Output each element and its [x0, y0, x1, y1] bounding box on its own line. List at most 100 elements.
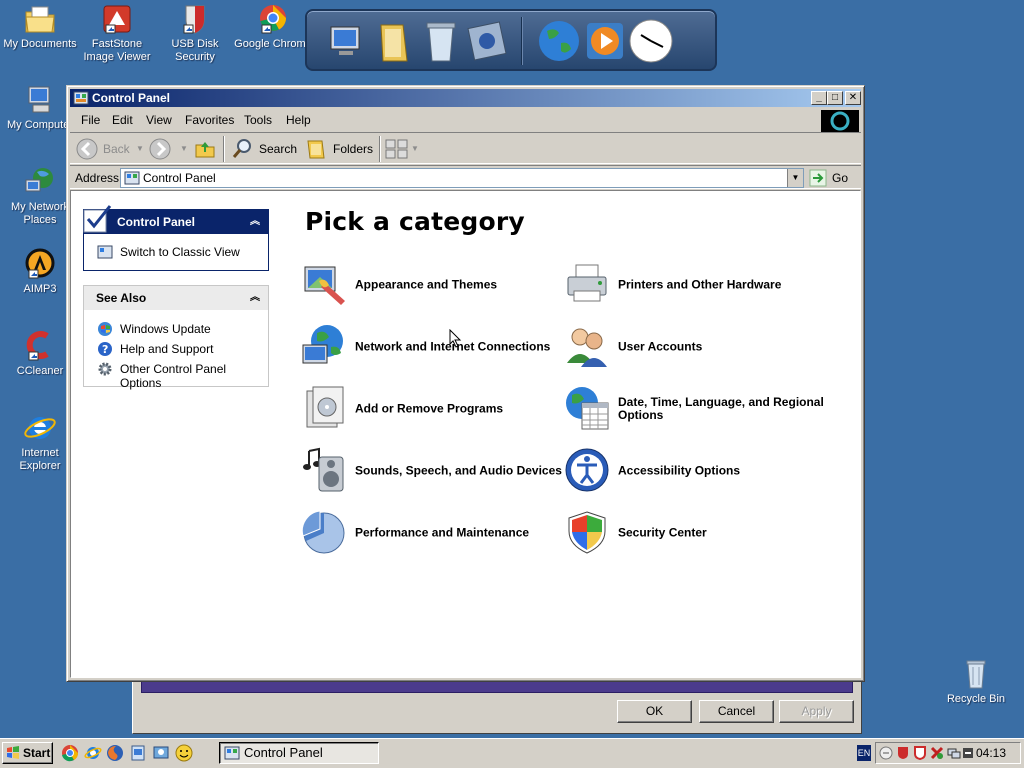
help-and-support-link[interactable]: ? Help and Support [98, 342, 214, 356]
maximize-button[interactable]: □ [827, 91, 843, 105]
forward-arrow-icon[interactable] [149, 138, 171, 160]
gear-icon [98, 362, 112, 376]
back-arrow-icon[interactable] [76, 138, 98, 160]
category-user-accounts[interactable]: User Accounts [564, 323, 824, 371]
tray-network-icon[interactable] [947, 746, 961, 760]
desktop-icon-label: Internet Explorer [19, 447, 61, 472]
accessibility-icon [565, 448, 609, 492]
views-icon[interactable] [385, 139, 409, 159]
help-and-support-label: Help and Support [120, 342, 214, 356]
toolbar-separator [223, 136, 225, 162]
category-security-center[interactable]: Security Center [564, 509, 824, 557]
desktop-icon-usb-disk-security[interactable]: USB Disk Security [155, 3, 235, 64]
taskbar-button-control-panel[interactable]: Control Panel [219, 742, 379, 764]
desktop-icon-my-documents[interactable]: My Documents [0, 3, 80, 51]
category-add-or-remove-programs[interactable]: Add or Remove Programs [301, 385, 561, 433]
clock[interactable]: 04:13 [976, 746, 1006, 760]
up-folder-icon[interactable] [194, 138, 216, 160]
other-control-panel-options-label: Other Control Panel Options [120, 362, 227, 390]
dock-clock-icon[interactable] [627, 17, 675, 65]
collapse-chevron-icon[interactable]: ︽ [250, 210, 260, 234]
address-dropdown-icon[interactable]: ▼ [787, 169, 803, 187]
collapse-chevron-icon[interactable]: ︽ [250, 286, 260, 310]
ok-button[interactable]: OK [617, 700, 692, 723]
search-button[interactable]: Search [259, 137, 297, 161]
tray-app-icon[interactable] [961, 746, 975, 760]
apply-button[interactable]: Apply [779, 700, 854, 723]
quicklaunch-desktop-icon[interactable] [129, 744, 147, 762]
windows-update-link[interactable]: Windows Update [98, 322, 211, 336]
quicklaunch-chrome-icon[interactable] [61, 744, 79, 762]
quicklaunch-smiley-icon[interactable] [175, 744, 193, 762]
tray-volume-icon[interactable] [879, 746, 893, 760]
close-button[interactable]: ✕ [845, 91, 861, 105]
dock-globe-icon[interactable] [535, 17, 583, 65]
dock-media-player-icon[interactable] [581, 17, 629, 65]
chrome-icon [260, 5, 286, 34]
desktop-icon-label: My Network Places [10, 201, 70, 226]
address-field[interactable]: Control Panel ▼ [120, 168, 804, 188]
windows-throbber-icon [821, 110, 859, 132]
see-also-header[interactable]: See Also ︽ [84, 286, 268, 310]
go-button[interactable]: Go [832, 169, 848, 187]
tray-antivirus-icon[interactable] [930, 746, 944, 760]
desktop-icon-google-chrome[interactable]: Google Chrome [233, 3, 313, 51]
language-indicator[interactable]: EN [857, 745, 871, 761]
category-network-and-internet-connections[interactable]: Network and Internet Connections [301, 323, 561, 371]
category-date-time-language-regional[interactable]: Date, Time, Language, and Regional Optio… [564, 385, 824, 433]
dock-computer-icon[interactable] [325, 17, 373, 65]
back-button[interactable]: Back [103, 137, 130, 161]
page-title: Pick a category [305, 207, 525, 236]
control-panel-header-label: Control Panel [117, 215, 196, 229]
go-arrow-icon[interactable] [809, 169, 827, 187]
menu-file[interactable]: File [81, 113, 100, 127]
menu-favorites[interactable]: Favorites [185, 113, 234, 127]
category-performance-and-maintenance[interactable]: Performance and Maintenance [301, 509, 561, 557]
category-label: Add or Remove Programs [355, 401, 504, 416]
views-dropdown-icon[interactable]: ▼ [411, 137, 419, 161]
other-control-panel-options-link[interactable]: Other Control Panel Options [98, 362, 268, 390]
faststone-icon [103, 5, 131, 34]
menu-tools[interactable]: Tools [244, 113, 272, 127]
folders-icon[interactable] [305, 138, 327, 160]
address-bar: Address Control Panel ▼ Go [70, 165, 861, 189]
category-accessibility-options[interactable]: Accessibility Options [564, 447, 824, 495]
desktop-icon-label: USB Disk Security [171, 38, 219, 63]
cancel-button[interactable]: Cancel [699, 700, 774, 723]
category-sounds-speech-audio[interactable]: Sounds, Speech, and Audio Devices [301, 447, 562, 495]
quicklaunch-messenger-icon[interactable] [152, 744, 170, 762]
tray-usb-security-icon[interactable] [896, 746, 910, 760]
quicklaunch-firefox-icon[interactable] [106, 744, 124, 762]
start-button[interactable]: Start [2, 742, 53, 764]
menu-help[interactable]: Help [286, 113, 311, 127]
category-label: Printers and Other Hardware [618, 277, 782, 292]
control-panel-icon [124, 171, 140, 185]
forward-dropdown-icon[interactable]: ▼ [180, 137, 188, 161]
dock-trash-icon[interactable] [417, 17, 465, 65]
search-icon[interactable] [231, 138, 253, 160]
dock-folder-icon[interactable] [371, 17, 419, 65]
dock-settings-icon[interactable] [463, 17, 511, 65]
usb-shield-icon [183, 5, 205, 34]
category-appearance-and-themes[interactable]: Appearance and Themes [301, 261, 561, 309]
menu-view[interactable]: View [146, 113, 172, 127]
desktop-icon-faststone[interactable]: FastStone Image Viewer [77, 3, 157, 64]
minimize-button[interactable]: _ [811, 91, 827, 105]
menu-bar: File Edit View Favorites Tools Help [70, 109, 861, 132]
menu-edit[interactable]: Edit [112, 113, 133, 127]
appearance-themes-icon [304, 266, 345, 305]
folders-button[interactable]: Folders [333, 137, 373, 161]
category-printers-and-other-hardware[interactable]: Printers and Other Hardware [564, 261, 824, 309]
aimp-icon [25, 248, 55, 279]
switch-to-classic-view-link[interactable]: Switch to Classic View [97, 245, 240, 259]
network-places-icon [25, 168, 53, 192]
title-bar[interactable]: Control Panel _ □ ✕ [70, 89, 861, 107]
ccleaner-icon [26, 331, 49, 361]
address-label: Address [75, 171, 120, 185]
category-label: Accessibility Options [618, 463, 741, 478]
back-dropdown-icon[interactable]: ▼ [136, 137, 144, 161]
tray-shield-icon[interactable] [913, 746, 927, 760]
desktop-icon-recycle-bin[interactable]: Recycle Bin [936, 658, 1016, 706]
classic-view-icon [97, 245, 113, 259]
quicklaunch-ie-icon[interactable] [84, 744, 102, 762]
